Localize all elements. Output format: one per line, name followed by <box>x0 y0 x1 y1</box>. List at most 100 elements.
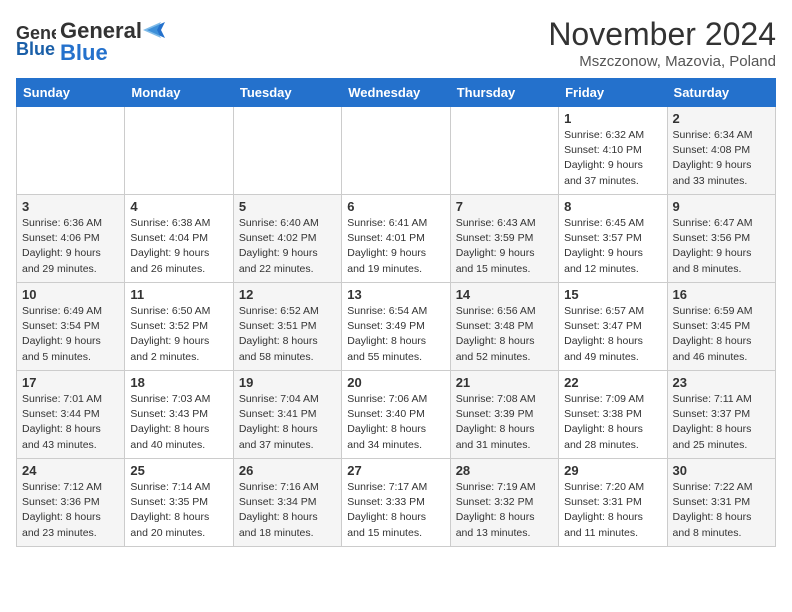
day-info: Sunrise: 6:36 AMSunset: 4:06 PMDaylight:… <box>22 216 119 277</box>
calendar-cell: 1 Sunrise: 6:32 AMSunset: 4:10 PMDaylight… <box>559 107 667 195</box>
header-sunday: Sunday <box>17 79 125 107</box>
day-number: 28 <box>456 463 553 478</box>
day-number: 14 <box>456 287 553 302</box>
calendar-cell: 11 Sunrise: 6:50 AMSunset: 3:52 PMDayligh… <box>125 283 233 371</box>
calendar-cell <box>17 107 125 195</box>
day-info: Sunrise: 6:50 AMSunset: 3:52 PMDaylight:… <box>130 304 227 365</box>
day-number: 21 <box>456 375 553 390</box>
day-info: Sunrise: 7:19 AMSunset: 3:32 PMDaylight:… <box>456 480 553 541</box>
day-number: 5 <box>239 199 336 214</box>
day-number: 13 <box>347 287 444 302</box>
day-number: 4 <box>130 199 227 214</box>
calendar-cell: 24 Sunrise: 7:12 AMSunset: 3:36 PMDayligh… <box>17 459 125 547</box>
day-number: 3 <box>22 199 119 214</box>
calendar-cell <box>125 107 233 195</box>
calendar-week-4: 17Sunrise: 7:01 AMSunset: 3:44 PMDayligh… <box>17 371 776 459</box>
calendar-cell: 27 Sunrise: 7:17 AMSunset: 3:33 PMDayligh… <box>342 459 450 547</box>
day-info: Sunrise: 7:22 AMSunset: 3:31 PMDaylight:… <box>673 480 770 541</box>
day-number: 12 <box>239 287 336 302</box>
day-number: 19 <box>239 375 336 390</box>
day-info: Sunrise: 6:54 AMSunset: 3:49 PMDaylight:… <box>347 304 444 365</box>
calendar-cell: 25 Sunrise: 7:14 AMSunset: 3:35 PMDayligh… <box>125 459 233 547</box>
day-number: 8 <box>564 199 661 214</box>
day-number: 20 <box>347 375 444 390</box>
day-info: Sunrise: 6:57 AMSunset: 3:47 PMDaylight:… <box>564 304 661 365</box>
calendar-cell: 3 Sunrise: 6:36 AMSunset: 4:06 PMDaylight… <box>17 195 125 283</box>
day-info: Sunrise: 7:16 AMSunset: 3:34 PMDaylight:… <box>239 480 336 541</box>
calendar-cell: 17Sunrise: 7:01 AMSunset: 3:44 PMDayligh… <box>17 371 125 459</box>
day-info: Sunrise: 6:32 AMSunset: 4:10 PMDaylight:… <box>564 128 661 189</box>
day-number: 27 <box>347 463 444 478</box>
day-info: Sunrise: 6:38 AMSunset: 4:04 PMDaylight:… <box>130 216 227 277</box>
day-number: 24 <box>22 463 119 478</box>
day-number: 16 <box>673 287 770 302</box>
day-info: Sunrise: 6:41 AMSunset: 4:01 PMDaylight:… <box>347 216 444 277</box>
calendar-cell: 7 Sunrise: 6:43 AMSunset: 3:59 PMDaylight… <box>450 195 558 283</box>
header-saturday: Saturday <box>667 79 775 107</box>
day-number: 7 <box>456 199 553 214</box>
calendar-cell: 18 Sunrise: 7:03 AMSunset: 3:43 PMDayligh… <box>125 371 233 459</box>
calendar-week-3: 10 Sunrise: 6:49 AMSunset: 3:54 PMDayligh… <box>17 283 776 371</box>
calendar-cell: 30 Sunrise: 7:22 AMSunset: 3:31 PMDayligh… <box>667 459 775 547</box>
calendar-cell: 28 Sunrise: 7:19 AMSunset: 3:32 PMDayligh… <box>450 459 558 547</box>
calendar-cell: 15 Sunrise: 6:57 AMSunset: 3:47 PMDayligh… <box>559 283 667 371</box>
day-info: Sunrise: 7:06 AMSunset: 3:40 PMDaylight:… <box>347 392 444 453</box>
header-wednesday: Wednesday <box>342 79 450 107</box>
day-number: 18 <box>130 375 227 390</box>
header-tuesday: Tuesday <box>233 79 341 107</box>
calendar-cell: 13 Sunrise: 6:54 AMSunset: 3:49 PMDayligh… <box>342 283 450 371</box>
day-info: Sunrise: 7:17 AMSunset: 3:33 PMDaylight:… <box>347 480 444 541</box>
logo: General Blue General Blue <box>16 16 165 66</box>
calendar-cell: 6 Sunrise: 6:41 AMSunset: 4:01 PMDaylight… <box>342 195 450 283</box>
day-info: Sunrise: 6:49 AMSunset: 3:54 PMDaylight:… <box>22 304 119 365</box>
calendar-cell <box>450 107 558 195</box>
header-thursday: Thursday <box>450 79 558 107</box>
calendar-cell: 2 Sunrise: 6:34 AMSunset: 4:08 PMDaylight… <box>667 107 775 195</box>
day-info: Sunrise: 6:40 AMSunset: 4:02 PMDaylight:… <box>239 216 336 277</box>
calendar-cell: 5 Sunrise: 6:40 AMSunset: 4:02 PMDaylight… <box>233 195 341 283</box>
day-number: 17 <box>22 375 119 390</box>
logo-icon: General Blue <box>16 19 56 59</box>
calendar-cell: 10 Sunrise: 6:49 AMSunset: 3:54 PMDayligh… <box>17 283 125 371</box>
day-number: 11 <box>130 287 227 302</box>
calendar-cell: 22Sunrise: 7:09 AMSunset: 3:38 PMDayligh… <box>559 371 667 459</box>
calendar-cell: 16Sunrise: 6:59 AMSunset: 3:45 PMDayligh… <box>667 283 775 371</box>
calendar-cell: 23Sunrise: 7:11 AMSunset: 3:37 PMDayligh… <box>667 371 775 459</box>
calendar-cell: 4 Sunrise: 6:38 AMSunset: 4:04 PMDaylight… <box>125 195 233 283</box>
day-number: 30 <box>673 463 770 478</box>
calendar-cell: 20 Sunrise: 7:06 AMSunset: 3:40 PMDayligh… <box>342 371 450 459</box>
day-number: 26 <box>239 463 336 478</box>
day-number: 6 <box>347 199 444 214</box>
day-info: Sunrise: 6:43 AMSunset: 3:59 PMDaylight:… <box>456 216 553 277</box>
day-info: Sunrise: 6:56 AMSunset: 3:48 PMDaylight:… <box>456 304 553 365</box>
calendar-cell <box>342 107 450 195</box>
calendar-cell: 19 Sunrise: 7:04 AMSunset: 3:41 PMDayligh… <box>233 371 341 459</box>
calendar-week-5: 24 Sunrise: 7:12 AMSunset: 3:36 PMDayligh… <box>17 459 776 547</box>
calendar-cell: 26 Sunrise: 7:16 AMSunset: 3:34 PMDayligh… <box>233 459 341 547</box>
day-number: 1 <box>564 111 661 126</box>
day-number: 25 <box>130 463 227 478</box>
svg-text:Blue: Blue <box>16 39 55 59</box>
calendar-cell: 14 Sunrise: 6:56 AMSunset: 3:48 PMDayligh… <box>450 283 558 371</box>
header-monday: Monday <box>125 79 233 107</box>
day-info: Sunrise: 7:03 AMSunset: 3:43 PMDaylight:… <box>130 392 227 453</box>
calendar-cell: 12 Sunrise: 6:52 AMSunset: 3:51 PMDayligh… <box>233 283 341 371</box>
day-info: Sunrise: 6:34 AMSunset: 4:08 PMDaylight:… <box>673 128 770 189</box>
header-friday: Friday <box>559 79 667 107</box>
day-number: 9 <box>673 199 770 214</box>
day-number: 10 <box>22 287 119 302</box>
day-info: Sunrise: 7:20 AMSunset: 3:31 PMDaylight:… <box>564 480 661 541</box>
day-info: Sunrise: 7:14 AMSunset: 3:35 PMDaylight:… <box>130 480 227 541</box>
calendar-cell <box>233 107 341 195</box>
calendar-table: SundayMondayTuesdayWednesdayThursdayFrid… <box>16 78 776 547</box>
location-title: Mszczonow, Mazovia, Poland <box>548 53 776 70</box>
day-info: Sunrise: 7:04 AMSunset: 3:41 PMDaylight:… <box>239 392 336 453</box>
calendar-header-row: SundayMondayTuesdayWednesdayThursdayFrid… <box>17 79 776 107</box>
day-number: 2 <box>673 111 770 126</box>
day-number: 29 <box>564 463 661 478</box>
calendar-cell: 8Sunrise: 6:45 AMSunset: 3:57 PMDaylight… <box>559 195 667 283</box>
day-info: Sunrise: 7:12 AMSunset: 3:36 PMDaylight:… <box>22 480 119 541</box>
header: General Blue General Blue November 2024 … <box>16 16 776 70</box>
day-number: 15 <box>564 287 661 302</box>
day-info: Sunrise: 6:52 AMSunset: 3:51 PMDaylight:… <box>239 304 336 365</box>
